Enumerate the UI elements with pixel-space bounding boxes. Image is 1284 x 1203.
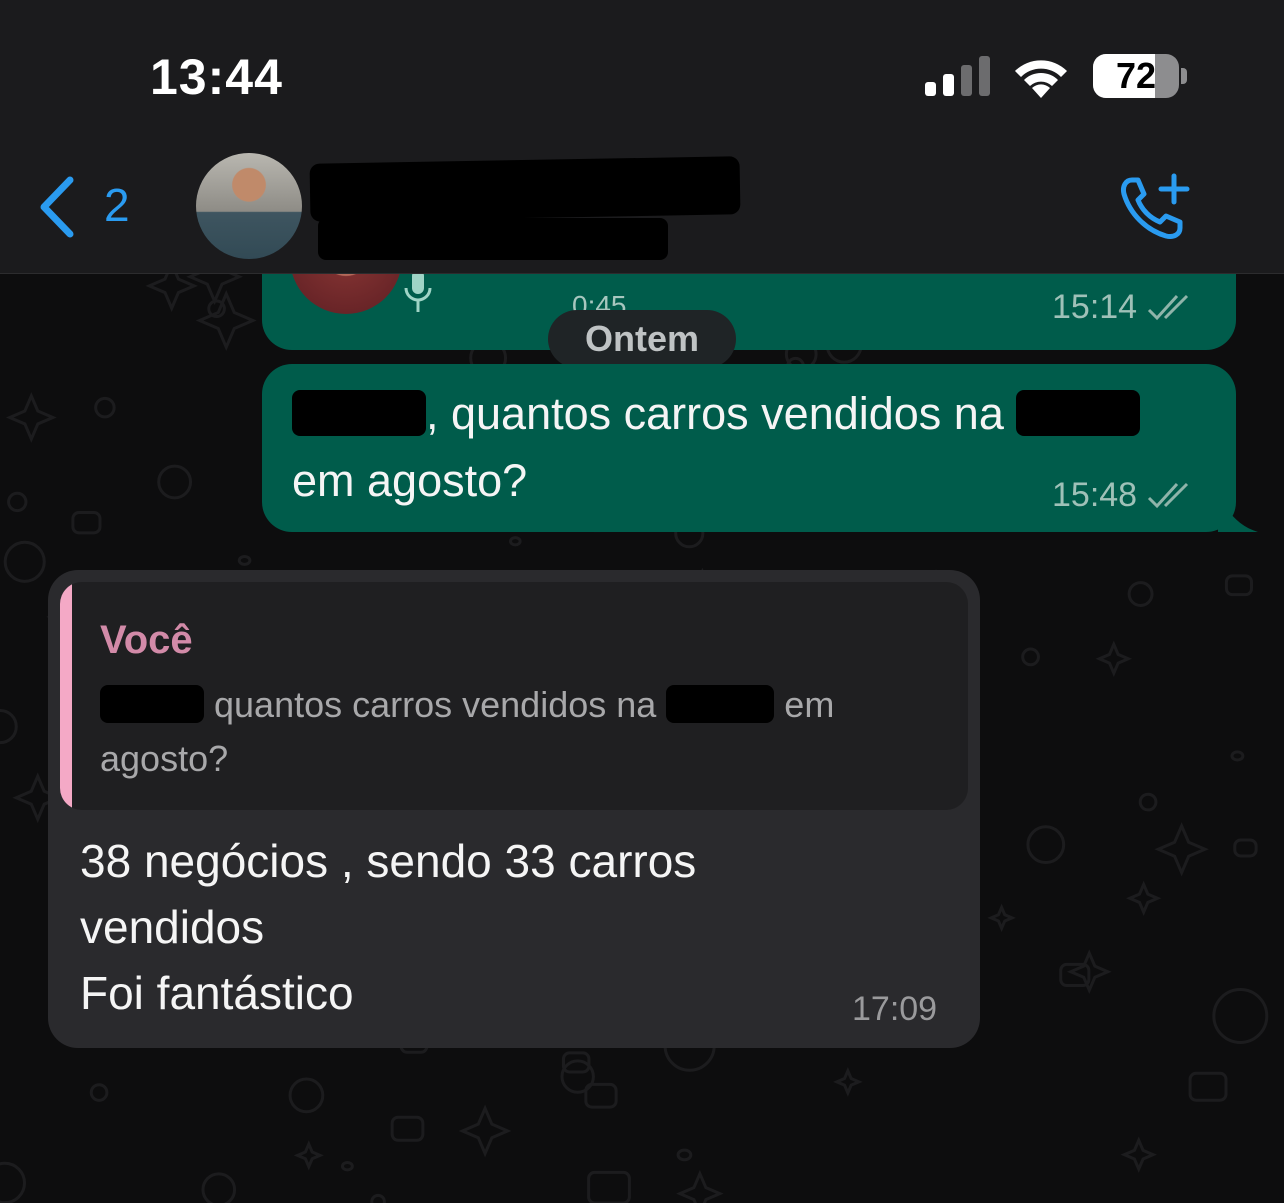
wallpaper-doodle — [1120, 1136, 1157, 1173]
wallpaper-doodle — [5, 392, 57, 443]
wallpaper-doodle — [1188, 1071, 1228, 1102]
wallpaper-doodle — [370, 1193, 386, 1203]
message-time: 17:09 — [852, 990, 938, 1028]
quote-accent-bar — [60, 582, 72, 810]
unread-count[interactable]: 2 — [104, 178, 130, 232]
message-time: 15:48 — [1052, 476, 1138, 514]
redacted-text — [292, 390, 426, 437]
phone-add-icon[interactable] — [1118, 172, 1194, 242]
wallpaper-doodle — [195, 290, 257, 351]
wallpaper-doodle — [676, 1148, 693, 1162]
wallpaper-doodle — [509, 536, 522, 547]
voice-note-avatar — [290, 274, 402, 314]
date-separator: Ontem — [548, 310, 736, 368]
redacted-text — [100, 685, 204, 724]
message-meta: 15:14 — [1052, 288, 1195, 327]
wallpaper-doodle — [560, 1059, 595, 1094]
message-text: 38 negócios , sendo 33 carros vendidos F… — [80, 835, 697, 1019]
wifi-icon — [1015, 60, 1067, 98]
wallpaper-doodle — [1233, 838, 1258, 858]
message-time: 15:14 — [1052, 288, 1138, 326]
double-check-icon — [1148, 482, 1189, 508]
wallpaper-doodle — [1212, 988, 1269, 1044]
incoming-message-bubble[interactable]: Você quantos carros vendidos na em agost… — [48, 570, 980, 1048]
wallpaper-doodle — [0, 1161, 26, 1203]
wallpaper-doodle — [89, 1083, 109, 1102]
chat-header: 2 — [0, 140, 1284, 274]
message-text-line-1: , quantos carros vendidos na — [292, 380, 1141, 447]
wallpaper-doodle — [186, 274, 243, 306]
audio-message-bubble[interactable]: 0:45 15:14 — [262, 274, 1236, 350]
double-check-icon — [1148, 294, 1189, 320]
wallpaper-doodle — [1230, 750, 1245, 762]
wallpaper-doodle — [94, 396, 116, 419]
redacted-contact-name[interactable] — [309, 156, 741, 222]
wallpaper-doodle — [293, 1140, 324, 1171]
wallpaper-doodle — [157, 464, 193, 500]
chevron-left-icon[interactable] — [36, 176, 76, 238]
wallpaper-doodle — [145, 274, 198, 313]
wallpaper-doodle — [587, 1170, 631, 1203]
wallpaper-doodle — [7, 491, 28, 513]
quoted-message[interactable]: Você quantos carros vendidos na em agost… — [60, 582, 968, 810]
wallpaper-doodle — [1126, 880, 1162, 916]
message-text-line-2: em agosto? — [292, 455, 528, 506]
wallpaper-doodle — [71, 511, 102, 535]
redacted-contact-subtitle — [318, 218, 668, 260]
wallpaper-doodle — [1095, 640, 1133, 678]
redacted-text — [1016, 390, 1141, 437]
microphone-icon — [404, 274, 432, 312]
battery-percentage: 72 — [1115, 55, 1157, 96]
wallpaper-doodle — [201, 1172, 237, 1203]
wallpaper-doodle — [1021, 647, 1040, 667]
cellular-signal-icon — [925, 56, 990, 96]
outgoing-message-bubble[interactable]: , quantos carros vendidos na em agosto? … — [262, 364, 1236, 532]
wallpaper-doodle — [340, 1161, 354, 1172]
status-time: 13:44 — [150, 49, 283, 105]
wallpaper-doodle — [458, 1104, 512, 1158]
chat-area[interactable]: 0:45 15:14 Ontem , quantos carros vendid… — [0, 274, 1284, 1203]
wallpaper-doodle — [676, 1169, 724, 1203]
wallpaper-doodle — [0, 709, 18, 745]
wallpaper-doodle — [1026, 825, 1066, 865]
contact-avatar[interactable] — [196, 153, 302, 259]
bubble-tail — [1218, 488, 1258, 532]
redacted-text — [666, 685, 775, 724]
battery-indicator: 72 — [1093, 54, 1189, 98]
wallpaper-doodle — [1224, 574, 1253, 597]
quote-author: Você — [100, 618, 193, 662]
wallpaper-doodle — [987, 903, 1016, 933]
wallpaper-doodle — [390, 1115, 425, 1142]
wallpaper-doodle — [237, 554, 252, 566]
quote-text: quantos carros vendidos na em agosto? — [100, 684, 835, 779]
wallpaper-doodle — [3, 540, 46, 583]
wallpaper-doodle — [1154, 822, 1209, 877]
wallpaper-doodle — [1138, 792, 1158, 812]
status-bar: 13:44 72 — [0, 0, 1284, 140]
wallpaper-doodle — [1127, 581, 1154, 607]
wallpaper-doodle — [832, 1066, 863, 1097]
message-meta: 15:48 — [1052, 476, 1195, 515]
wallpaper-doodle — [288, 1077, 325, 1114]
